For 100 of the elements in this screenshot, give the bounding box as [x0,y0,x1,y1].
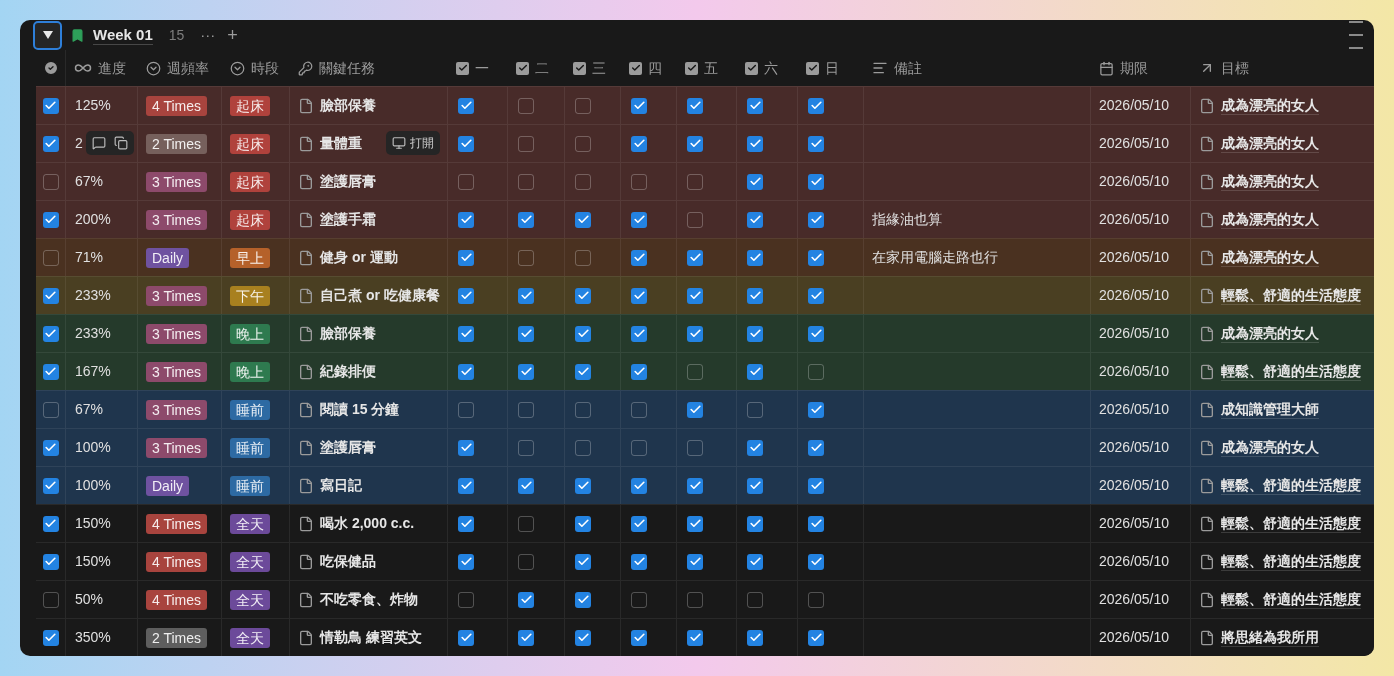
goal-link[interactable]: 成知識管理大師 [1221,400,1319,419]
goal-link[interactable]: 成為漂亮的女人 [1221,324,1319,343]
checkbox[interactable] [631,135,647,152]
checkbox[interactable] [42,97,59,114]
checkbox[interactable] [42,629,59,646]
checkbox[interactable] [808,135,824,152]
checkbox[interactable] [458,477,474,494]
column-header[interactable]: 關鍵任務 [319,57,375,79]
checkbox[interactable] [42,363,59,380]
checkbox[interactable] [42,249,59,266]
checkbox[interactable] [518,477,534,494]
checkbox[interactable] [518,515,534,532]
goal-link[interactable]: 成為漂亮的女人 [1221,248,1319,267]
column-header[interactable]: 二 [535,57,549,79]
checkbox[interactable] [631,553,647,570]
checkbox[interactable] [631,363,647,380]
checkbox[interactable] [42,553,59,570]
task-title[interactable]: 吃保健品 [320,551,376,572]
checkbox[interactable] [575,477,591,494]
checkbox[interactable] [747,515,763,532]
checkbox[interactable] [808,401,824,418]
checkbox[interactable] [458,135,474,152]
checkbox[interactable] [687,97,703,114]
goal-link[interactable]: 輕鬆、舒適的生活態度 [1221,362,1361,381]
goal-link[interactable]: 成為漂亮的女人 [1221,96,1319,115]
checkbox[interactable] [458,287,474,304]
checkbox[interactable] [575,135,591,152]
task-title[interactable]: 寫日記 [320,475,362,496]
column-header[interactable]: 三 [592,57,606,79]
checkbox[interactable] [42,439,59,456]
checkbox[interactable] [42,325,59,342]
checkbox[interactable] [687,439,703,456]
goal-link[interactable]: 輕鬆、舒適的生活態度 [1221,552,1361,571]
task-title[interactable]: 不吃零食、炸物 [320,589,418,610]
checkbox[interactable] [518,439,534,456]
checkbox[interactable] [42,211,59,228]
checkbox[interactable] [631,629,647,646]
checkbox[interactable] [687,135,703,152]
checkbox[interactable] [631,249,647,266]
checkbox[interactable] [575,629,591,646]
checkbox[interactable] [575,363,591,380]
checkbox[interactable] [808,211,824,228]
task-title[interactable]: 情勒鳥 練習英文 [320,627,422,648]
checkbox[interactable] [808,439,824,456]
goal-link[interactable]: 輕鬆、舒適的生活態度 [1221,286,1361,305]
column-header[interactable]: 六 [764,57,778,79]
checkbox[interactable] [631,477,647,494]
checkbox[interactable] [458,591,474,608]
checkbox[interactable] [747,401,763,418]
checkbox[interactable] [42,591,59,608]
checkbox[interactable] [575,97,591,114]
goal-link[interactable]: 成為漂亮的女人 [1221,172,1319,191]
checkbox[interactable] [687,249,703,266]
column-header[interactable]: 期限 [1120,57,1148,79]
checkbox[interactable] [458,363,474,380]
checkbox[interactable] [458,97,474,114]
checkbox[interactable] [687,553,703,570]
task-title[interactable]: 紀錄排便 [320,361,376,382]
checkbox[interactable] [575,401,591,418]
checkbox[interactable] [575,553,591,570]
checkbox[interactable] [458,401,474,418]
goal-link[interactable]: 輕鬆、舒適的生活態度 [1221,590,1361,609]
task-title[interactable]: 健身 or 運動 [320,247,398,268]
column-header[interactable]: 一 [475,57,489,79]
checkbox[interactable] [631,97,647,114]
checkbox[interactable] [518,97,534,114]
task-title[interactable]: 塗護唇膏 [320,437,376,458]
checkbox[interactable] [518,401,534,418]
checkbox[interactable] [687,401,703,418]
checkbox[interactable] [575,287,591,304]
checkbox[interactable] [687,287,703,304]
checkbox[interactable] [458,325,474,342]
checkbox[interactable] [631,325,647,342]
checkbox[interactable] [42,477,59,494]
checkbox[interactable] [518,173,534,190]
more-button[interactable]: ··· [196,23,220,47]
checkbox[interactable] [747,591,763,608]
column-header[interactable]: 時段 [251,57,279,79]
checkbox[interactable] [687,325,703,342]
checkbox[interactable] [747,135,763,152]
goal-link[interactable]: 輕鬆、舒適的生活態度 [1221,476,1361,495]
column-header[interactable]: 備註 [894,57,922,79]
column-header[interactable]: 五 [704,57,718,79]
checkbox[interactable] [687,515,703,532]
checkbox[interactable] [518,287,534,304]
checkbox[interactable] [747,439,763,456]
checkbox[interactable] [458,439,474,456]
checkbox[interactable] [808,287,824,304]
checkbox[interactable] [808,515,824,532]
task-title[interactable]: 量體重 [320,133,362,154]
checkbox[interactable] [42,401,59,418]
collapse-toggle[interactable] [33,20,62,50]
checkbox[interactable] [747,211,763,228]
checkbox[interactable] [575,591,591,608]
checkbox[interactable] [631,401,647,418]
column-header[interactable]: 週頻率 [167,57,209,79]
checkbox[interactable] [458,211,474,228]
goal-link[interactable]: 成為漂亮的女人 [1221,210,1319,229]
checkbox[interactable] [518,553,534,570]
checkbox[interactable] [687,477,703,494]
